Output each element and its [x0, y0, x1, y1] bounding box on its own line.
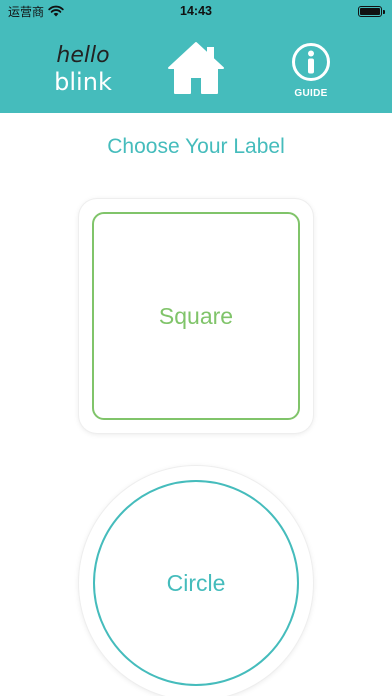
square-label: Square — [158, 302, 234, 329]
app-header: hello blink GUIDE — [0, 22, 392, 113]
info-icon — [292, 43, 330, 81]
square-shape-outline: Square — [92, 212, 300, 420]
logo-line2: blink — [54, 68, 112, 96]
battery-icon — [358, 5, 385, 17]
guide-button[interactable]: GUIDE — [284, 42, 338, 100]
home-button[interactable] — [166, 40, 226, 96]
carrier-label: 运营商 — [8, 4, 45, 19]
square-option-card[interactable]: Square — [79, 199, 313, 433]
home-icon — [168, 42, 224, 94]
circle-label: Circle — [166, 569, 226, 596]
status-left: 运营商 — [8, 3, 64, 20]
battery-level — [360, 7, 380, 15]
circle-shape-outline: Circle — [93, 480, 299, 686]
logo-line1: hello — [56, 43, 109, 68]
page-title: Choose Your Label — [107, 135, 285, 158]
status-bar: 运营商 14:43 — [0, 0, 392, 22]
wifi-icon — [48, 5, 64, 17]
guide-label: GUIDE — [294, 88, 328, 99]
circle-option-card[interactable]: Circle — [79, 466, 313, 696]
hello-blink-logo[interactable]: hello blink — [46, 40, 120, 98]
